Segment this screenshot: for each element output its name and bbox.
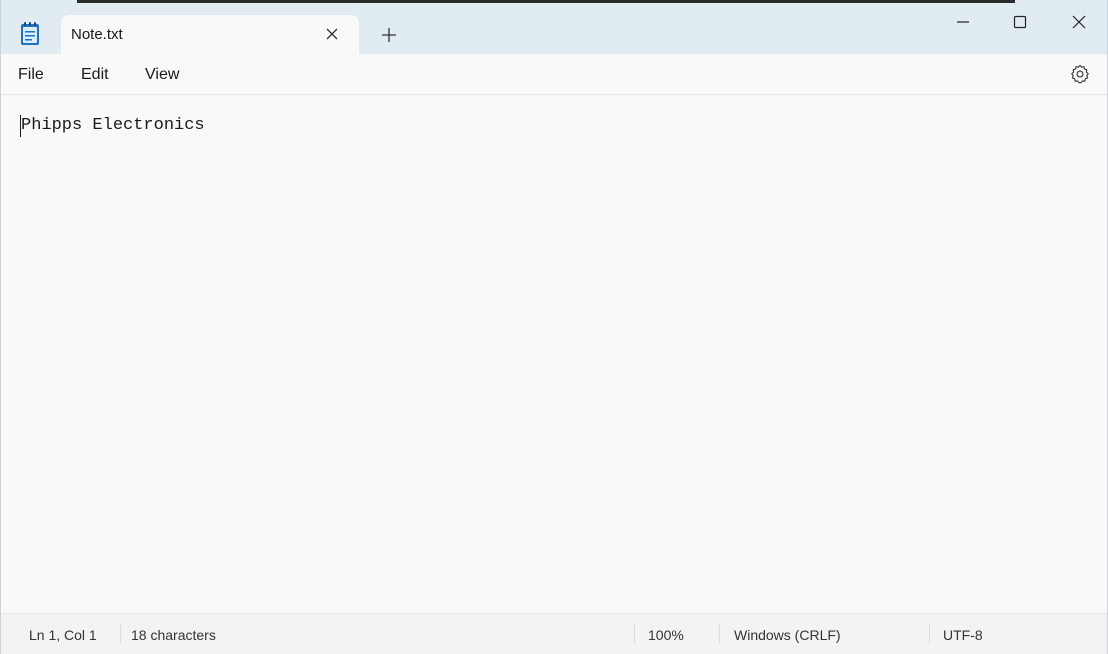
close-icon — [1072, 15, 1086, 29]
status-bar: Ln 1, Col 1 18 characters 100% Windows (… — [1, 613, 1107, 654]
minimize-icon — [957, 21, 969, 23]
status-divider — [929, 624, 930, 644]
close-icon[interactable] — [323, 25, 341, 43]
status-zoom[interactable]: 100% — [648, 627, 684, 643]
maximize-icon — [1013, 15, 1027, 29]
menu-bar: File Edit View — [1, 54, 1107, 95]
minimize-button[interactable] — [943, 8, 983, 36]
tab-note[interactable]: Note.txt — [61, 15, 359, 54]
editor-content[interactable]: Phipps Electronics — [21, 116, 205, 135]
text-editor[interactable]: Phipps Electronics — [1, 95, 1107, 613]
notepad-window: Note.txt File Edit View Phipps Electroni… — [0, 0, 1108, 654]
notepad-icon — [20, 22, 40, 46]
plus-icon[interactable] — [379, 25, 399, 45]
background-strip — [77, 0, 1015, 3]
status-divider — [634, 624, 635, 644]
maximize-button[interactable] — [1000, 8, 1040, 36]
status-position: Ln 1, Col 1 — [29, 627, 97, 643]
status-character-count: 18 characters — [131, 627, 216, 643]
status-divider — [120, 624, 121, 644]
status-line-endings[interactable]: Windows (CRLF) — [734, 627, 841, 643]
gear-icon[interactable] — [1069, 63, 1091, 85]
tab-title: Note.txt — [71, 26, 123, 43]
menu-file[interactable]: File — [18, 66, 44, 84]
status-divider — [719, 624, 720, 644]
title-bar[interactable]: Note.txt — [1, 0, 1107, 54]
status-encoding[interactable]: UTF-8 — [943, 627, 983, 643]
menu-view[interactable]: View — [145, 66, 179, 84]
close-window-button[interactable] — [1059, 8, 1099, 36]
menu-edit[interactable]: Edit — [81, 66, 109, 84]
